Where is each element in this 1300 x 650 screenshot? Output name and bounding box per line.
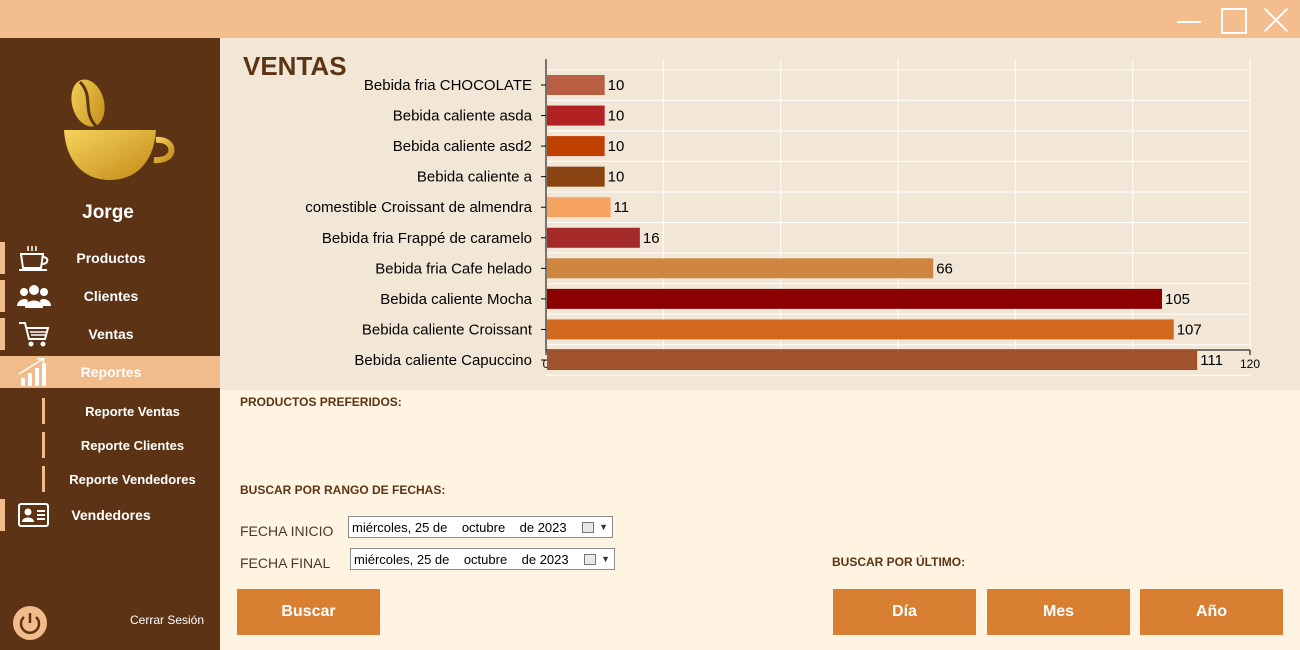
coffee-logo-icon <box>64 79 175 180</box>
sub-reporte-vendedores[interactable]: Reporte Vendedores <box>0 466 220 492</box>
search-last-label: BUSCAR POR ÚLTIMO: <box>832 555 966 569</box>
sub-label: Reporte Vendedores <box>69 472 196 487</box>
start-date-value: miércoles, 25 de octubre de 2023 <box>352 520 567 535</box>
search-button[interactable]: Buscar <box>237 589 380 635</box>
coffee-cup-icon <box>19 246 49 271</box>
y-tick-label: Bebida caliente Mocha <box>380 291 532 308</box>
bar-value-label: 111 <box>1200 352 1223 369</box>
bar-value-label: 10 <box>608 169 625 186</box>
nav-indicator <box>0 242 5 274</box>
bar <box>547 75 605 95</box>
y-tick-label: Bebida caliente Capuccino <box>354 352 532 369</box>
y-tick-label: Bebida fria CHOCOLATE <box>364 77 532 94</box>
chart-panel: 020406080100120Bebida fria CHOCOLATE10Be… <box>220 38 1300 390</box>
y-tick-label: Bebida fria Cafe helado <box>375 260 532 277</box>
maximize-button[interactable] <box>1219 6 1247 34</box>
bar <box>547 350 1198 370</box>
nav-label: Ventas <box>88 326 134 342</box>
bar <box>547 166 605 187</box>
day-button[interactable]: Día <box>833 589 976 635</box>
title-bar <box>0 0 1300 38</box>
bar <box>547 288 1162 309</box>
sub-label: Reporte Ventas <box>85 404 180 419</box>
bar-value-label: 66 <box>936 260 953 277</box>
logout-link[interactable]: Cerrar Sesión <box>130 613 204 627</box>
end-date-picker[interactable]: miércoles, 25 de octubre de 2023 ▼ <box>350 548 615 570</box>
nav-vendedores[interactable]: Vendedores <box>0 499 220 531</box>
start-date-picker[interactable]: miércoles, 25 de octubre de 2023 ▼ <box>348 516 613 538</box>
bar-value-label: 105 <box>1165 291 1190 308</box>
nav-productos[interactable]: Productos <box>0 242 220 274</box>
y-tick-label: comestible Croissant de almendra <box>305 199 532 216</box>
nav-indicator <box>0 318 5 350</box>
bar <box>547 227 640 248</box>
close-button[interactable] <box>1262 6 1290 34</box>
y-tick-label: Bebida caliente asda <box>393 108 533 125</box>
y-tick-label: Bebida caliente Croissant <box>362 321 533 338</box>
sub-reporte-clientes[interactable]: Reporte Clientes <box>0 432 220 458</box>
date-range-label: BUSCAR POR RANGO DE FECHAS: <box>240 483 446 497</box>
users-icon <box>17 285 51 308</box>
end-date-value: miércoles, 25 de octubre de 2023 <box>354 552 569 567</box>
bar-value-label: 11 <box>614 199 630 216</box>
bar-value-label: 10 <box>608 138 625 155</box>
bar-value-label: 16 <box>643 230 660 247</box>
username: Jorge <box>82 202 134 223</box>
bar <box>547 319 1174 340</box>
end-date-label: FECHA FINAL <box>240 555 331 571</box>
sales-bar-chart: 020406080100120Bebida fria CHOCOLATE10Be… <box>305 59 1260 376</box>
chart-title: VENTAS <box>243 51 347 81</box>
x-tick-label: 120 <box>1240 357 1260 371</box>
bar <box>547 197 611 218</box>
nav-clientes[interactable]: Clientes <box>0 280 220 312</box>
nav-reportes[interactable]: Reportes <box>0 356 220 388</box>
calendar-icon <box>582 522 594 533</box>
nav-indicator <box>0 499 5 531</box>
y-tick-label: Bebida fria Frappé de caramelo <box>322 230 532 247</box>
sub-label: Reporte Clientes <box>80 438 185 453</box>
bar-value-label: 10 <box>608 108 625 125</box>
nav-label: Clientes <box>83 288 139 304</box>
nav-label: Productos <box>76 250 146 266</box>
bar <box>547 258 934 279</box>
id-card-icon <box>18 503 49 527</box>
y-tick-label: Bebida caliente a <box>417 169 533 186</box>
nav-indicator <box>0 280 5 312</box>
preferred-products-label: PRODUCTOS PREFERIDOS: <box>240 395 402 409</box>
nav-ventas[interactable]: Ventas <box>0 318 220 350</box>
year-button[interactable]: Año <box>1140 589 1283 635</box>
sub-reporte-ventas[interactable]: Reporte Ventas <box>0 398 220 424</box>
bar-value-label: 10 <box>608 77 625 94</box>
bar <box>547 136 605 157</box>
sidebar: Jorge Productos Clientes Ventas Reportes… <box>0 38 220 650</box>
chevron-down-icon: ▼ <box>601 554 610 564</box>
minimize-button[interactable] <box>1175 6 1203 34</box>
nav-label: Vendedores <box>71 507 151 523</box>
bar-value-label: 107 <box>1177 321 1202 338</box>
y-tick-label: Bebida caliente asd2 <box>393 138 532 155</box>
start-date-label: FECHA INICIO <box>240 523 334 539</box>
calendar-icon <box>584 554 596 565</box>
month-button[interactable]: Mes <box>987 589 1130 635</box>
bar <box>547 105 605 126</box>
chart-growth-icon <box>18 358 46 386</box>
chevron-down-icon: ▼ <box>599 522 608 532</box>
cart-icon <box>19 322 50 347</box>
power-icon[interactable] <box>12 605 48 641</box>
nav-label: Reportes <box>80 364 142 380</box>
